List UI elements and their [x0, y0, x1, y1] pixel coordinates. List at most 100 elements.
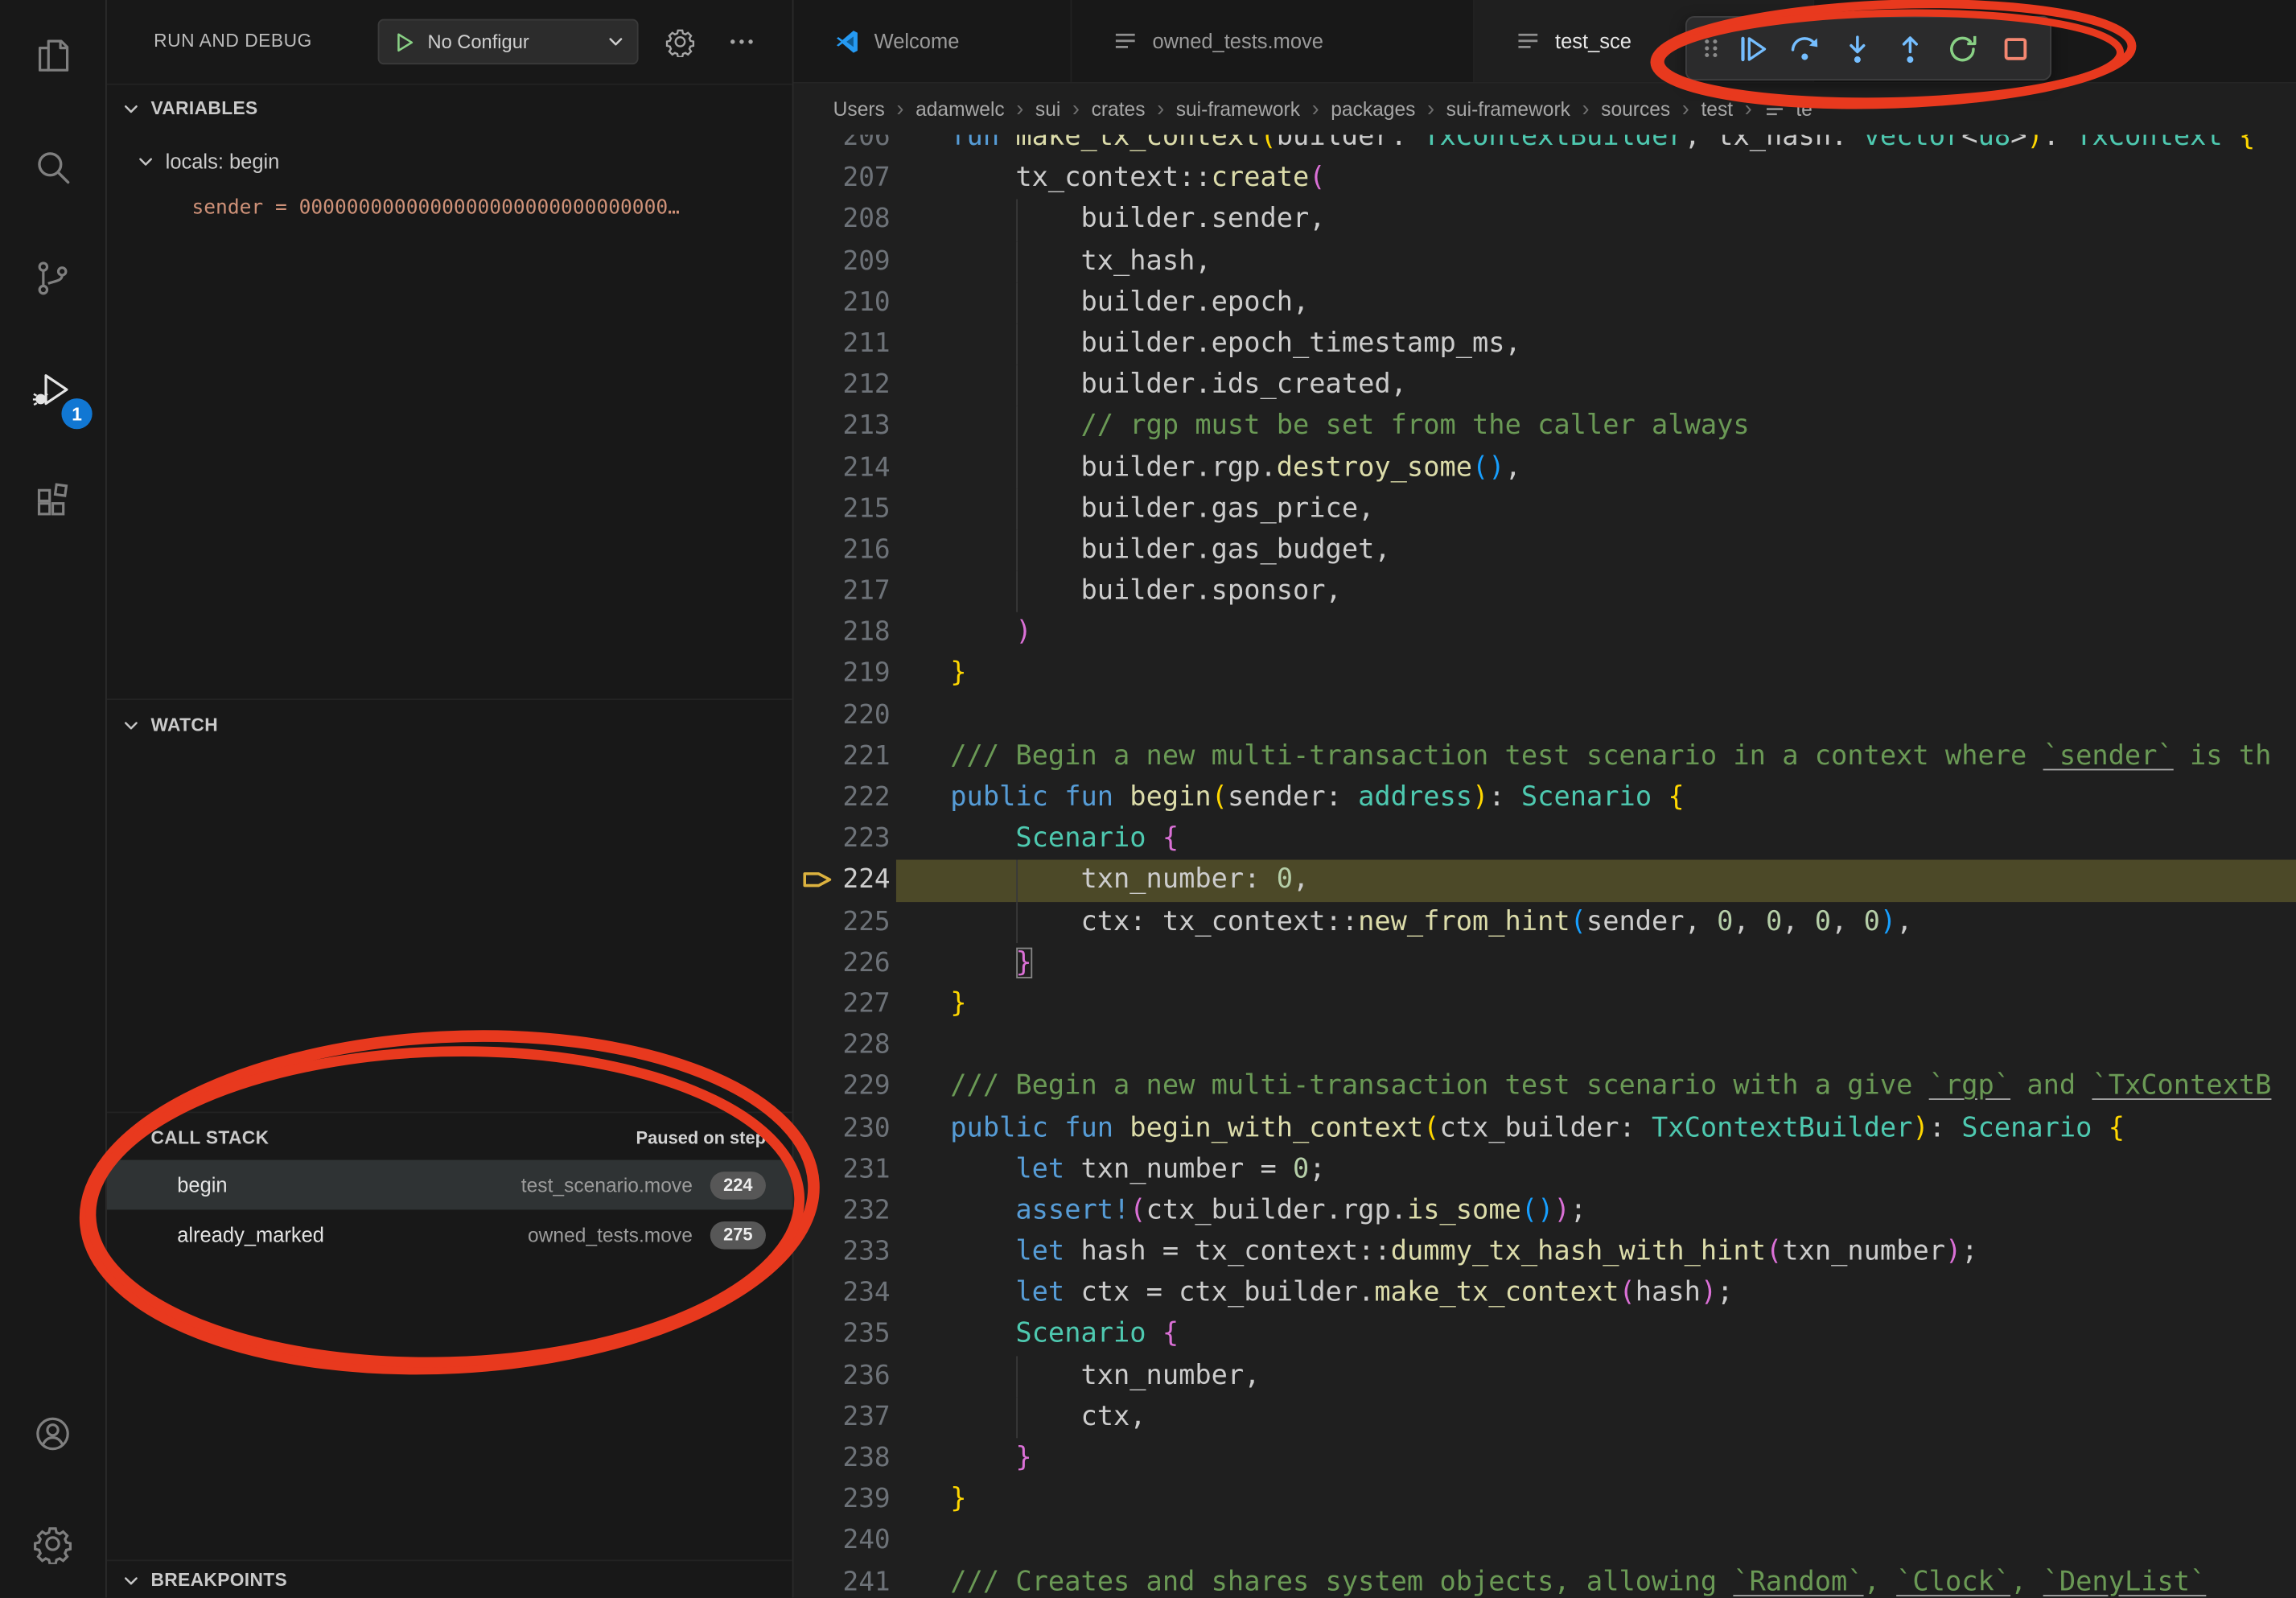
variables-scope-locals[interactable]: locals: begin — [105, 139, 792, 183]
line-number[interactable]: 226 — [794, 943, 891, 984]
code-line-214[interactable]: 214 builder.rgp.destroy_some(), — [794, 447, 2296, 488]
breadcrumb-item[interactable]: sui-framework — [1176, 98, 1300, 120]
code-line-239[interactable]: 239} — [794, 1480, 2296, 1521]
line-number[interactable]: 237 — [794, 1397, 891, 1438]
code-line-238[interactable]: 238 } — [794, 1438, 2296, 1479]
variable-sender[interactable]: sender = 0000000000000000000000000000000… — [191, 186, 783, 230]
start-debug-button[interactable] — [393, 30, 416, 53]
code-line-219[interactable]: 219} — [794, 654, 2296, 695]
code-line-216[interactable]: 216 builder.gas_budget, — [794, 530, 2296, 571]
line-number[interactable]: 213 — [794, 406, 891, 447]
line-number[interactable]: 215 — [794, 488, 891, 529]
line-number[interactable]: 241 — [794, 1562, 891, 1597]
breadcrumb-item[interactable]: test — [1701, 98, 1733, 120]
line-number[interactable]: 218 — [794, 612, 891, 653]
section-breakpoints[interactable]: BREAKPOINTS — [105, 1559, 792, 1597]
debug-config-dropdown[interactable]: No Configur — [378, 19, 639, 64]
code-line-224[interactable]: 224 txn_number: 0, — [794, 860, 2296, 901]
code-line-236[interactable]: 236 txn_number, — [794, 1356, 2296, 1397]
activity-accounts[interactable] — [0, 1378, 105, 1489]
line-number[interactable]: 209 — [794, 241, 891, 282]
activity-settings[interactable] — [0, 1488, 105, 1598]
line-number[interactable]: 206 — [794, 134, 891, 158]
code-line-229[interactable]: 229/// Begin a new multi-transaction tes… — [794, 1067, 2296, 1108]
code-editor[interactable]: 206fun make_tx_context(builder: TxContex… — [794, 134, 2296, 1597]
code-line-208[interactable]: 208 builder.sender, — [794, 200, 2296, 241]
call-stack-frame-begin[interactable]: begintest_scenario.move224 — [105, 1160, 792, 1210]
code-line-221[interactable]: 221/// Begin a new multi-transaction tes… — [794, 736, 2296, 777]
code-line-220[interactable]: 220 — [794, 695, 2296, 736]
step-out-button[interactable] — [1883, 22, 1936, 75]
line-number[interactable]: 227 — [794, 984, 891, 1025]
code-line-235[interactable]: 235 Scenario { — [794, 1314, 2296, 1355]
line-number[interactable]: 207 — [794, 159, 891, 200]
code-line-212[interactable]: 212 builder.ids_created, — [794, 364, 2296, 406]
call-stack-frame-already_marked[interactable]: already_markedowned_tests.move275 — [105, 1209, 792, 1259]
code-line-222[interactable]: 222public fun begin(sender: address): Sc… — [794, 778, 2296, 819]
line-number[interactable]: 217 — [794, 571, 891, 612]
code-line-237[interactable]: 237 ctx, — [794, 1397, 2296, 1438]
line-number[interactable]: 233 — [794, 1232, 891, 1273]
more-actions-icon[interactable] — [726, 27, 757, 57]
activity-search[interactable] — [0, 111, 105, 222]
line-number[interactable]: 240 — [794, 1521, 891, 1562]
line-number[interactable]: 219 — [794, 654, 891, 695]
stop-button[interactable] — [1989, 22, 2042, 75]
code-line-218[interactable]: 218 ) — [794, 612, 2296, 653]
line-number[interactable]: 234 — [794, 1273, 891, 1314]
activity-source-control[interactable] — [0, 223, 105, 334]
toolbar-drag-handle[interactable] — [1696, 22, 1725, 75]
code-line-223[interactable]: 223 Scenario { — [794, 819, 2296, 860]
section-watch[interactable]: WATCH — [105, 698, 792, 750]
section-variables[interactable]: VARIABLES — [105, 84, 792, 134]
code-line-231[interactable]: 231 let txn_number = 0; — [794, 1149, 2296, 1190]
line-number[interactable]: 228 — [794, 1025, 891, 1066]
tab-welcome[interactable]: Welcome — [794, 0, 1072, 82]
line-number[interactable]: 211 — [794, 323, 891, 364]
restart-button[interactable] — [1936, 22, 1989, 75]
code-line-232[interactable]: 232 assert!(ctx_builder.rgp.is_some()); — [794, 1191, 2296, 1232]
line-number[interactable]: 229 — [794, 1067, 891, 1108]
breadcrumb-file[interactable]: te — [1763, 97, 1813, 121]
line-number[interactable]: 238 — [794, 1438, 891, 1479]
code-line-211[interactable]: 211 builder.epoch_timestamp_ms, — [794, 323, 2296, 364]
code-line-230[interactable]: 230public fun begin_with_context(ctx_bui… — [794, 1108, 2296, 1149]
continue-button[interactable] — [1725, 22, 1778, 75]
code-line-233[interactable]: 233 let hash = tx_context::dummy_tx_hash… — [794, 1232, 2296, 1273]
breadcrumb-item[interactable]: sui-framework — [1446, 98, 1570, 120]
breadcrumb-item[interactable]: crates — [1092, 98, 1146, 120]
line-number[interactable]: 225 — [794, 901, 891, 942]
activity-explorer[interactable] — [0, 0, 105, 111]
code-line-234[interactable]: 234 let ctx = ctx_builder.make_tx_contex… — [794, 1273, 2296, 1314]
breadcrumb-item[interactable]: packages — [1331, 98, 1415, 120]
code-line-225[interactable]: 225 ctx: tx_context::new_from_hint(sende… — [794, 901, 2296, 942]
breadcrumb-item[interactable]: sources — [1601, 98, 1670, 120]
line-number[interactable]: 222 — [794, 778, 891, 819]
activity-extensions[interactable] — [0, 445, 105, 556]
code-line-213[interactable]: 213 // rgp must be set from the caller a… — [794, 406, 2296, 447]
code-line-209[interactable]: 209 tx_hash, — [794, 241, 2296, 282]
code-line-206[interactable]: 206fun make_tx_context(builder: TxContex… — [794, 134, 2296, 158]
line-number[interactable]: 235 — [794, 1314, 891, 1355]
code-line-207[interactable]: 207 tx_context::create( — [794, 159, 2296, 200]
breadcrumb-item[interactable]: adamwelc — [916, 98, 1005, 120]
step-into-button[interactable] — [1830, 22, 1883, 75]
line-number[interactable]: 231 — [794, 1149, 891, 1190]
code-line-227[interactable]: 227} — [794, 984, 2296, 1025]
breadcrumb-item[interactable]: Users — [833, 98, 885, 120]
activity-run-and-debug[interactable]: 1 — [0, 334, 105, 445]
code-line-240[interactable]: 240 — [794, 1521, 2296, 1562]
code-line-210[interactable]: 210 builder.epoch, — [794, 282, 2296, 323]
line-number[interactable]: 239 — [794, 1480, 891, 1521]
code-line-228[interactable]: 228 — [794, 1025, 2296, 1066]
line-number[interactable]: 220 — [794, 695, 891, 736]
tab-owned-tests-move[interactable]: owned_tests.move — [1072, 0, 1475, 82]
breadcrumb-item[interactable]: sui — [1035, 98, 1060, 120]
line-number[interactable]: 221 — [794, 736, 891, 777]
line-number[interactable]: 230 — [794, 1108, 891, 1149]
line-number[interactable]: 223 — [794, 819, 891, 860]
code-line-215[interactable]: 215 builder.gas_price, — [794, 488, 2296, 529]
line-number[interactable]: 216 — [794, 530, 891, 571]
gear-icon[interactable] — [665, 27, 695, 57]
line-number[interactable]: 208 — [794, 200, 891, 241]
